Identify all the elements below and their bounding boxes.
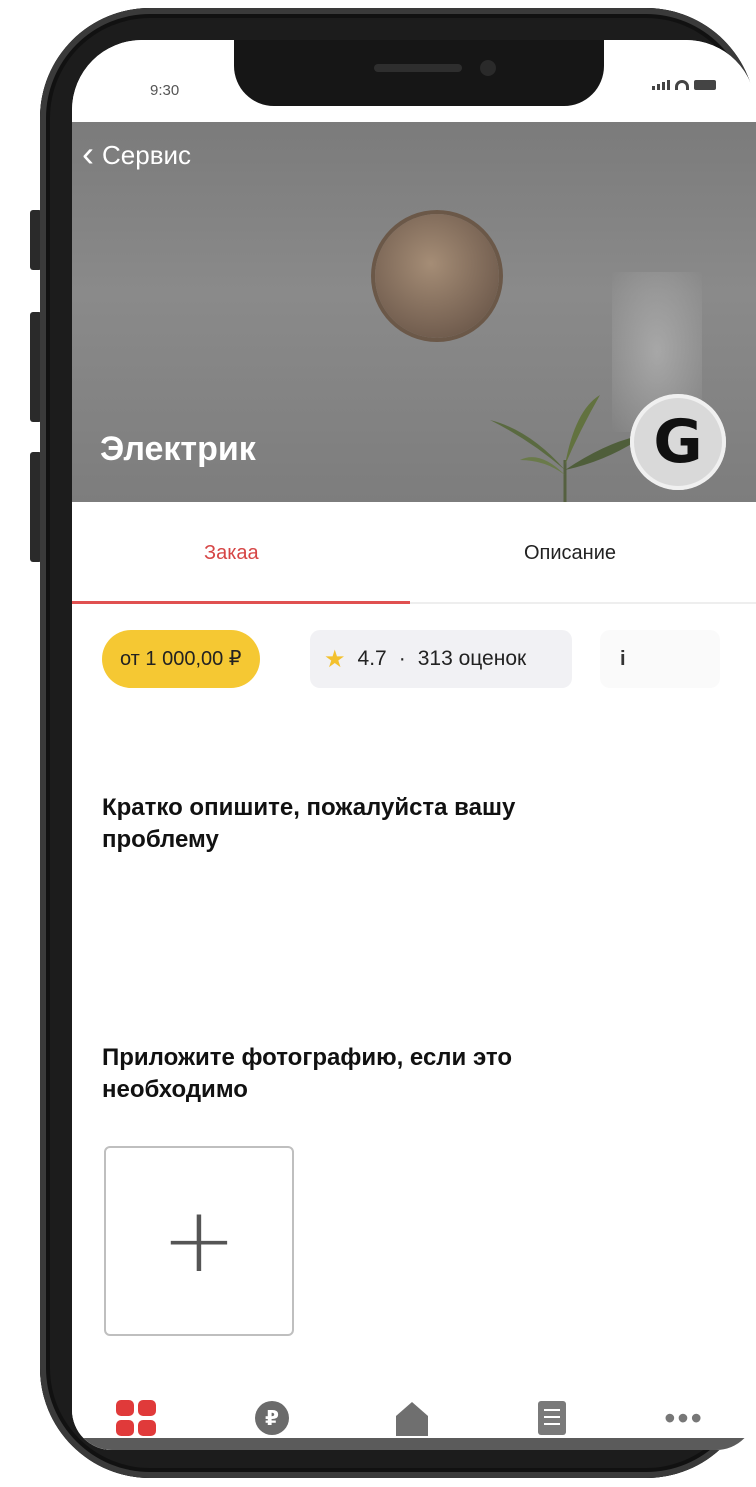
- info-icon: i: [620, 647, 626, 670]
- problem-description-label: Кратко опишите, пожалуйста вашу проблему: [102, 794, 516, 853]
- info-chips: от 1 000,00 ₽ ★ 4.7 · 313 оценок i: [72, 630, 756, 694]
- back-label: Сервис: [102, 140, 192, 170]
- notch: [234, 40, 604, 106]
- phone-screen: 9:30 ‹ Сервис Электрик G Закаа Описание …: [72, 40, 756, 1450]
- chevron-left-icon: ‹: [82, 132, 94, 174]
- add-photo-button[interactable]: +: [104, 1146, 294, 1336]
- rating-value: 4.7: [357, 647, 387, 670]
- nav-orders[interactable]: [530, 1396, 574, 1440]
- grid-icon: [116, 1400, 156, 1436]
- tab-bar: Закаа Описание: [72, 502, 756, 604]
- page-title: Электрик: [100, 430, 256, 468]
- coin-icon: ₽: [255, 1401, 289, 1435]
- wall-clock-decoration: [375, 214, 499, 338]
- photo-attachment-label: Приложите фотографию, если это необходим…: [102, 1044, 512, 1103]
- signal-icon: [652, 80, 670, 90]
- status-icons: [652, 80, 716, 90]
- status-time: 9:30: [150, 82, 180, 99]
- front-camera: [480, 60, 496, 76]
- provider-logo-letter: G: [653, 407, 703, 477]
- battery-icon: [694, 80, 716, 90]
- problem-description-input[interactable]: [102, 870, 706, 1024]
- nav-home[interactable]: [390, 1396, 434, 1440]
- nav-more[interactable]: •••: [662, 1396, 706, 1440]
- nav-services[interactable]: [114, 1396, 158, 1440]
- tab-description[interactable]: Описание: [524, 542, 616, 565]
- rating-chip[interactable]: ★ 4.7 · 313 оценок: [310, 630, 572, 688]
- info-chip[interactable]: i: [600, 630, 720, 688]
- wifi-icon: [675, 80, 689, 90]
- home-icon: [396, 1402, 428, 1436]
- nav-payments[interactable]: ₽: [250, 1396, 294, 1440]
- back-button[interactable]: ‹ Сервис: [82, 132, 192, 174]
- status-bar: 9:30: [72, 40, 756, 122]
- star-icon: ★: [324, 645, 346, 673]
- rating-separator: ·: [398, 647, 406, 670]
- service-hero-image: ‹ Сервис Электрик G: [72, 122, 756, 502]
- reviews-count: 313 оценок: [417, 647, 527, 670]
- provider-logo: G: [630, 394, 726, 490]
- more-dots-icon: •••: [664, 1400, 704, 1436]
- price-chip[interactable]: от 1 000,00 ₽: [102, 630, 260, 688]
- speaker: [374, 64, 462, 72]
- tab-order[interactable]: Закаа: [204, 542, 259, 565]
- active-tab-indicator: [72, 601, 410, 604]
- plus-icon: +: [161, 1188, 237, 1293]
- document-icon: [538, 1401, 566, 1435]
- bottom-bar: [72, 1438, 756, 1450]
- plant-decoration: [490, 395, 645, 502]
